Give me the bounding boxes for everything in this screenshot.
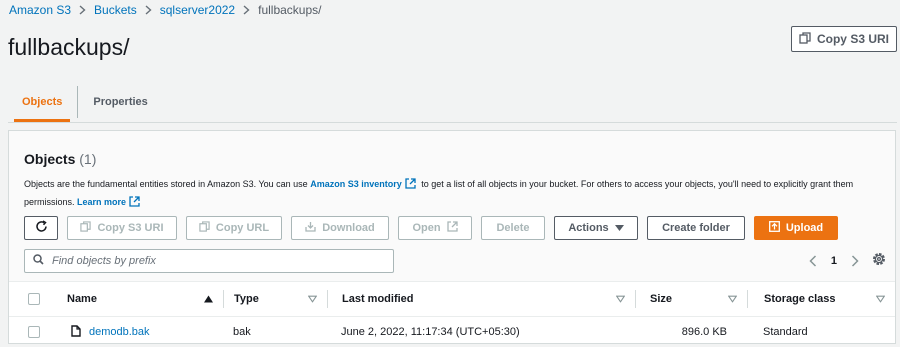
tab-bar: Objects Properties <box>8 82 162 122</box>
tabs-divider <box>8 122 897 123</box>
sort-caret-icon <box>616 295 625 303</box>
column-header-storage-class-label: Storage class <box>764 293 836 305</box>
table-header-row: Name Type Last modified Size Storage cla… <box>9 282 895 317</box>
search-input[interactable] <box>50 254 374 268</box>
chevron-right-icon <box>79 5 86 15</box>
breadcrumb-amazon-s3[interactable]: Amazon S3 <box>9 3 71 17</box>
external-link-icon <box>129 196 140 212</box>
search-icon <box>33 252 44 270</box>
object-name: demodb.bak <box>89 326 150 338</box>
chevron-right-icon <box>145 5 152 15</box>
open-button[interactable]: Open <box>398 216 472 240</box>
column-header-size-label: Size <box>650 293 673 305</box>
copy-icon <box>199 221 210 235</box>
caret-down-icon <box>614 222 624 234</box>
tab-properties-label: Properties <box>93 96 148 108</box>
s3-inventory-link[interactable]: Amazon S3 inventory <box>310 179 402 189</box>
objects-description: Objects are the fundamental entities sto… <box>24 176 884 212</box>
object-type: bak <box>233 326 251 338</box>
chevron-right-icon[interactable] <box>851 255 859 267</box>
select-all-checkbox[interactable] <box>28 293 40 305</box>
delete-label: Delete <box>496 222 530 234</box>
objects-table: Name Type Last modified Size Storage cla… <box>9 282 895 347</box>
page-title: fullbackups/ <box>8 34 130 60</box>
download-button[interactable]: Download <box>291 216 389 240</box>
external-link-icon <box>405 178 416 194</box>
copy-s3-uri-header-label: Copy S3 URI <box>816 32 889 46</box>
copy-s3-uri-label: Copy S3 URI <box>97 222 164 234</box>
actions-dropdown[interactable]: Actions <box>554 216 638 240</box>
delete-button[interactable]: Delete <box>481 216 545 240</box>
objects-heading: Objects (1) <box>24 151 96 167</box>
sort-caret-icon <box>876 295 885 303</box>
copy-url-label: Copy URL <box>215 222 270 234</box>
external-link-icon <box>446 221 458 235</box>
column-header-type[interactable]: Type <box>223 290 327 308</box>
objects-toolbar: Copy S3 URI Copy URL Download Open Delet… <box>24 216 838 240</box>
learn-more-link[interactable]: Learn more <box>77 197 126 207</box>
chevron-left-icon[interactable] <box>809 255 817 267</box>
pagination: 1 <box>809 249 859 273</box>
sort-caret-icon <box>308 295 317 303</box>
copy-s3-uri-button[interactable]: Copy S3 URI <box>67 216 177 240</box>
upload-label: Upload <box>785 222 824 234</box>
upload-icon <box>768 221 780 235</box>
upload-button[interactable]: Upload <box>754 216 838 240</box>
column-header-type-label: Type <box>234 293 259 305</box>
header-select-cell <box>9 290 59 308</box>
objects-count: (1) <box>79 151 97 167</box>
copy-icon <box>80 221 92 235</box>
gear-icon[interactable] <box>871 251 887 272</box>
sort-ascending-icon <box>204 295 213 303</box>
column-header-storage-class[interactable]: Storage class <box>747 290 895 308</box>
open-label: Open <box>412 222 441 234</box>
object-size: 896.0 KB <box>681 326 727 338</box>
search-box <box>24 249 394 273</box>
row-select-cell <box>9 317 59 347</box>
object-link[interactable]: demodb.bak <box>71 324 150 340</box>
column-header-last-modified-label: Last modified <box>342 293 414 305</box>
copy-icon <box>799 31 811 47</box>
copy-url-button[interactable]: Copy URL <box>186 216 282 240</box>
column-header-size[interactable]: Size <box>635 290 747 308</box>
refresh-icon <box>35 220 48 236</box>
tab-objects[interactable]: Objects <box>8 82 76 122</box>
breadcrumb-current: fullbackups/ <box>258 3 322 17</box>
table-row: demodb.bak bak June 2, 2022, 11:17:34 (U… <box>9 317 895 347</box>
objects-panel: Objects (1) Objects are the fundamental … <box>8 130 896 344</box>
column-header-name-label: Name <box>67 293 97 305</box>
page-number[interactable]: 1 <box>831 255 837 267</box>
copy-s3-uri-header-button[interactable]: Copy S3 URI <box>791 26 897 52</box>
breadcrumb-buckets[interactable]: Buckets <box>94 3 137 17</box>
download-label: Download <box>322 222 375 234</box>
chevron-right-icon <box>243 5 250 15</box>
breadcrumb: Amazon S3 Buckets sqlserver2022 fullback… <box>9 3 321 17</box>
tab-objects-label: Objects <box>22 96 63 108</box>
file-icon <box>71 324 81 340</box>
download-icon <box>305 221 316 235</box>
column-header-last-modified[interactable]: Last modified <box>327 290 635 308</box>
objects-description-text: Objects are the fundamental entities sto… <box>24 179 308 189</box>
objects-panel-header: Objects (1) Objects are the fundamental … <box>9 131 895 282</box>
object-name-cell: demodb.bak <box>59 317 223 347</box>
create-folder-button[interactable]: Create folder <box>647 216 745 240</box>
object-last-modified: June 2, 2022, 11:17:34 (UTC+05:30) <box>341 326 520 338</box>
column-header-name[interactable]: Name <box>59 290 223 308</box>
tab-properties[interactable]: Properties <box>79 82 161 122</box>
row-checkbox[interactable] <box>28 326 40 338</box>
breadcrumb-bucket[interactable]: sqlserver2022 <box>160 3 235 17</box>
refresh-button[interactable] <box>24 216 58 240</box>
object-storage-class: Standard <box>763 326 808 338</box>
sort-caret-icon <box>728 295 737 303</box>
tab-divider <box>77 86 79 118</box>
objects-heading-label: Objects <box>24 151 76 167</box>
actions-label: Actions <box>568 222 609 234</box>
create-folder-label: Create folder <box>662 222 730 234</box>
